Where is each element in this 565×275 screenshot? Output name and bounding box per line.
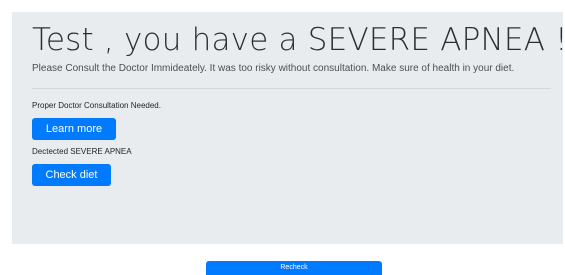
check-diet-button[interactable]: Check diet (32, 164, 111, 186)
result-title: Test , you have a SEVERE APNEA ! (32, 22, 565, 58)
learn-more-button[interactable]: Learn more (32, 118, 116, 140)
recheck-button[interactable]: Recheck (206, 261, 382, 275)
result-panel: Test , you have a SEVERE APNEA ! Please … (12, 12, 565, 244)
divider (32, 88, 551, 89)
consult-note: Proper Doctor Consultation Needed. (32, 101, 161, 110)
result-lead-text: Please Consult the Doctor Immideately. I… (32, 63, 515, 74)
detected-note: Dectected SEVERE APNEA (32, 147, 132, 156)
